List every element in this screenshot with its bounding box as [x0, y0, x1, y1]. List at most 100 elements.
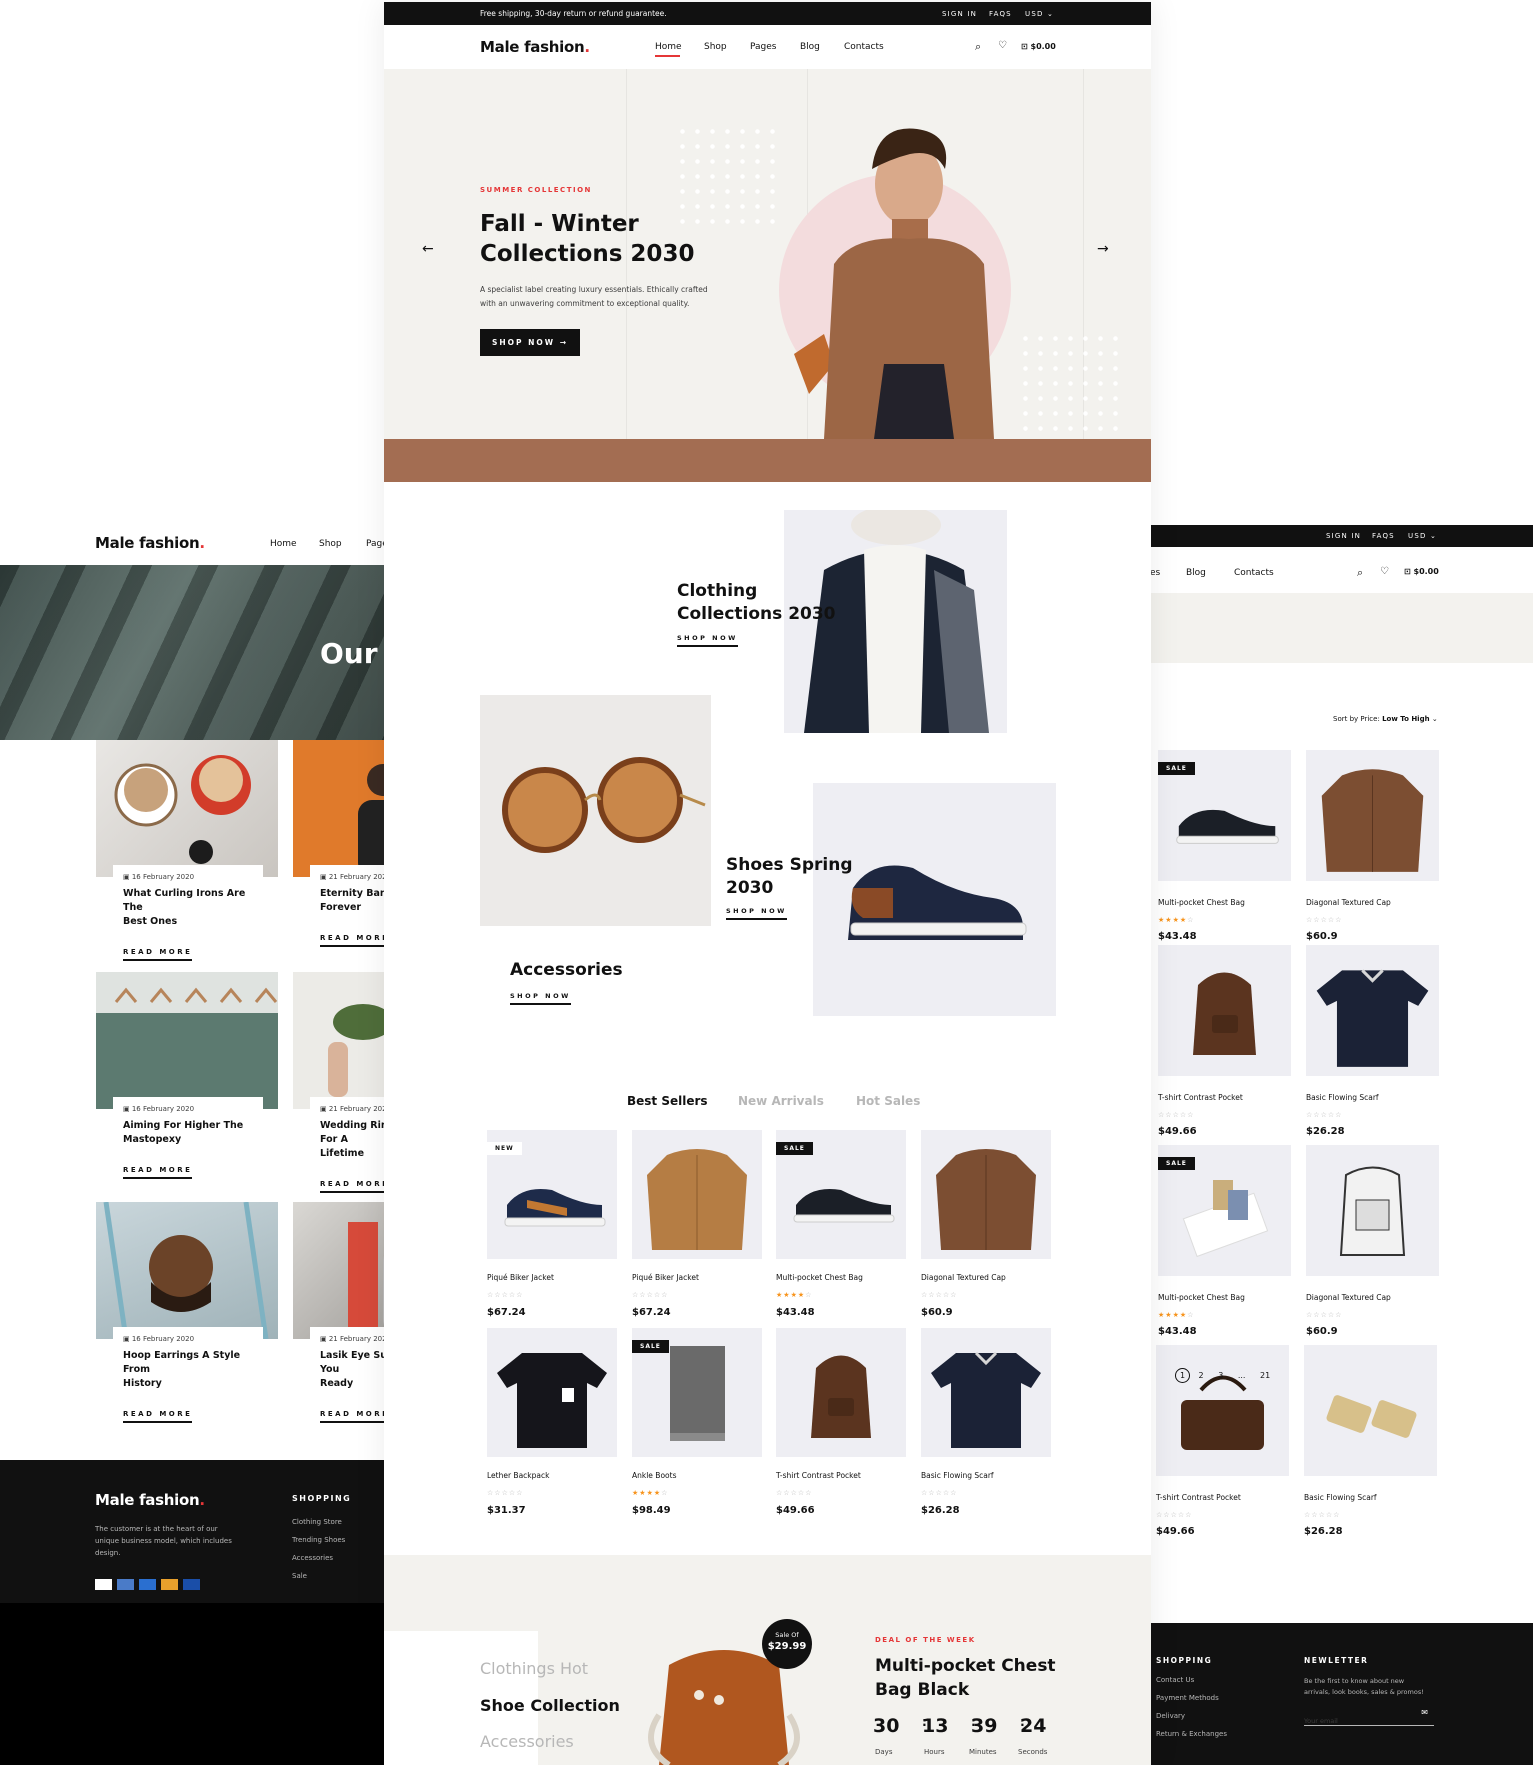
- footer-logo[interactable]: Male fashion.: [95, 1491, 205, 1509]
- footer-link[interactable]: Return & Exchanges: [1156, 1730, 1227, 1738]
- footer-shopping-link[interactable]: Sale: [292, 1572, 307, 1580]
- product-card[interactable]: Diagonal Textured Cap ☆☆☆☆☆ $60.9: [1306, 750, 1439, 942]
- product-image[interactable]: [1158, 945, 1291, 1076]
- shop-nav-pages[interactable]: es: [1150, 568, 1160, 578]
- read-more-link[interactable]: READ MORE: [320, 1410, 384, 1423]
- shop-currency-select[interactable]: USD ⌄: [1408, 532, 1437, 540]
- tab-new-arrivals[interactable]: New Arrivals: [738, 1094, 824, 1108]
- nav-home[interactable]: Home: [655, 42, 682, 52]
- product-image[interactable]: [1306, 750, 1439, 881]
- nav-shop[interactable]: Shop: [704, 42, 727, 52]
- page-21-button[interactable]: 21: [1260, 1371, 1270, 1380]
- search-icon[interactable]: ⌕: [1357, 566, 1363, 580]
- banner-shoes-shop-now[interactable]: SHOP NOW: [726, 907, 787, 920]
- product-image[interactable]: SALE: [1158, 750, 1291, 881]
- post-title[interactable]: What Curling Irons Are The Best Ones: [123, 887, 253, 929]
- blog-card[interactable]: ▣ 21 February 2020 Eternity Bands Do Las…: [293, 740, 384, 947]
- product-image[interactable]: [1306, 1145, 1439, 1276]
- footer-shopping-link[interactable]: Clothing Store: [292, 1518, 342, 1526]
- blog-card[interactable]: ▣ 16 February 2020 Aiming For Higher The…: [96, 972, 278, 1179]
- product-name[interactable]: Diagonal Textured Cap: [1306, 898, 1439, 907]
- heart-icon[interactable]: ♡: [1380, 566, 1389, 577]
- product-name[interactable]: T-shirt Contrast Pocket: [776, 1471, 906, 1480]
- product-name[interactable]: Ankle Boots: [632, 1471, 762, 1480]
- product-image[interactable]: SALE: [1158, 1145, 1291, 1276]
- product-card[interactable]: Lether Backpack ☆☆☆☆☆ $31.37: [487, 1328, 617, 1516]
- product-card[interactable]: Diagonal Textured Cap ☆☆☆☆☆ $60.9: [1306, 1145, 1439, 1337]
- product-name[interactable]: T-shirt Contrast Pocket: [1158, 1093, 1291, 1102]
- product-card[interactable]: Basic Flowing Scarf ☆☆☆☆☆ $26.28: [1306, 945, 1439, 1137]
- product-image[interactable]: [487, 1328, 617, 1457]
- post-title[interactable]: Wedding Rings A Gift For ALifetime: [320, 1119, 384, 1161]
- blog-nav-pages[interactable]: Page: [366, 539, 384, 549]
- product-card[interactable]: NEW Piqué Biker Jacket ☆☆☆☆☆ $67.24: [487, 1130, 617, 1318]
- sort-select[interactable]: Sort by Price: Low To High ⌄: [1333, 715, 1438, 723]
- shop-signin-link[interactable]: SIGN IN: [1326, 532, 1361, 540]
- product-card[interactable]: SALE Ankle Boots ★★★★☆ $98.49: [632, 1328, 762, 1516]
- tab-hot-sales[interactable]: Hot Sales: [856, 1094, 920, 1108]
- page-2-button[interactable]: 2: [1199, 1371, 1204, 1380]
- shop-nav-blog[interactable]: Blog: [1186, 568, 1206, 578]
- product-card[interactable]: Diagonal Textured Cap ☆☆☆☆☆ $60.9: [921, 1130, 1051, 1318]
- blog-card[interactable]: ▣ 21 February 2020 Lasik Eye Surgery Are…: [293, 1202, 384, 1423]
- product-name[interactable]: Multi-pocket Chest Bag: [776, 1273, 906, 1282]
- post-title[interactable]: Lasik Eye Surgery Are YouReady: [320, 1349, 384, 1391]
- cart-button[interactable]: ⊡ $0.00: [1021, 42, 1056, 51]
- product-name[interactable]: Piqué Biker Jacket: [632, 1273, 762, 1282]
- product-image[interactable]: [776, 1328, 906, 1457]
- tab-best-sellers[interactable]: Best Sellers: [627, 1094, 708, 1108]
- hero-next-arrow-icon[interactable]: →: [1097, 241, 1109, 257]
- faqs-link[interactable]: FAQS: [989, 10, 1012, 18]
- heart-icon[interactable]: ♡: [998, 40, 1007, 51]
- blog-nav-shop[interactable]: Shop: [319, 539, 342, 549]
- product-card[interactable]: T-shirt Contrast Pocket ☆☆☆☆☆ $49.66: [1158, 945, 1291, 1137]
- envelope-icon[interactable]: ✉: [1421, 1708, 1428, 1717]
- footer-shopping-link[interactable]: Accessories: [292, 1554, 333, 1562]
- footer-link[interactable]: Payment Methods: [1156, 1694, 1219, 1702]
- shop-faqs-link[interactable]: FAQS: [1372, 532, 1395, 540]
- product-card[interactable]: Basic Flowing Scarf ☆☆☆☆☆ $26.28: [1304, 1345, 1437, 1537]
- hero-prev-arrow-icon[interactable]: ←: [422, 241, 434, 257]
- product-name[interactable]: Basic Flowing Scarf: [1306, 1093, 1439, 1102]
- product-name[interactable]: Multi-pocket Chest Bag: [1158, 1293, 1291, 1302]
- post-title[interactable]: Eternity Bands Do LastForever: [320, 887, 384, 915]
- product-card[interactable]: Basic Flowing Scarf ☆☆☆☆☆ $26.28: [921, 1328, 1051, 1516]
- product-image[interactable]: [1306, 945, 1439, 1076]
- product-image[interactable]: [921, 1328, 1051, 1457]
- post-title[interactable]: Aiming For Higher The Mastopexy: [123, 1119, 253, 1147]
- hero-shop-now-button[interactable]: SHOP NOW →: [480, 329, 580, 356]
- product-name[interactable]: Diagonal Textured Cap: [1306, 1293, 1439, 1302]
- deal-category-accessories[interactable]: Accessories: [480, 1732, 574, 1751]
- newsletter-email-field[interactable]: Your email ✉: [1304, 1708, 1434, 1726]
- product-name[interactable]: Basic Flowing Scarf: [921, 1471, 1051, 1480]
- read-more-link[interactable]: READ MORE: [123, 948, 193, 961]
- product-name[interactable]: Basic Flowing Scarf: [1304, 1493, 1437, 1502]
- blog-nav-home[interactable]: Home: [270, 539, 297, 549]
- product-name[interactable]: Diagonal Textured Cap: [921, 1273, 1051, 1282]
- cart-button[interactable]: ⊡ $0.00: [1404, 567, 1439, 576]
- nav-pages[interactable]: Pages: [750, 42, 776, 52]
- logo[interactable]: Male fashion.: [480, 38, 590, 56]
- search-icon[interactable]: ⌕: [975, 40, 981, 54]
- product-card[interactable]: SALE Multi-pocket Chest Bag ★★★★☆ $43.48: [1158, 750, 1291, 942]
- product-image[interactable]: [921, 1130, 1051, 1259]
- blog-card[interactable]: ▣ 16 February 2020 Hoop Earrings A Style…: [96, 1201, 278, 1423]
- product-card[interactable]: Piqué Biker Jacket ☆☆☆☆☆ $67.24: [632, 1130, 762, 1318]
- banner-accessories-shop-now[interactable]: SHOP NOW: [510, 992, 571, 1005]
- footer-link[interactable]: Delivary: [1156, 1712, 1185, 1720]
- page-1-button[interactable]: 1: [1175, 1368, 1190, 1383]
- product-image[interactable]: [632, 1130, 762, 1259]
- nav-contacts[interactable]: Contacts: [844, 42, 884, 52]
- read-more-link[interactable]: READ MORE: [123, 1410, 193, 1423]
- product-name[interactable]: Multi-pocket Chest Bag: [1158, 898, 1291, 907]
- deal-category-shoes[interactable]: Shoe Collection: [480, 1696, 620, 1715]
- product-name[interactable]: T-shirt Contrast Pocket: [1156, 1493, 1289, 1502]
- shop-nav-contacts[interactable]: Contacts: [1234, 568, 1274, 578]
- signin-link[interactable]: SIGN IN: [942, 10, 977, 18]
- product-name[interactable]: Lether Backpack: [487, 1471, 617, 1480]
- product-image[interactable]: NEW: [487, 1130, 617, 1259]
- footer-shopping-link[interactable]: Trending Shoes: [292, 1536, 345, 1544]
- product-card[interactable]: SALE Multi-pocket Chest Bag ★★★★☆ $43.48: [1158, 1145, 1291, 1337]
- currency-select[interactable]: USD ⌄: [1025, 10, 1054, 18]
- blog-logo[interactable]: Male fashion.: [95, 534, 205, 552]
